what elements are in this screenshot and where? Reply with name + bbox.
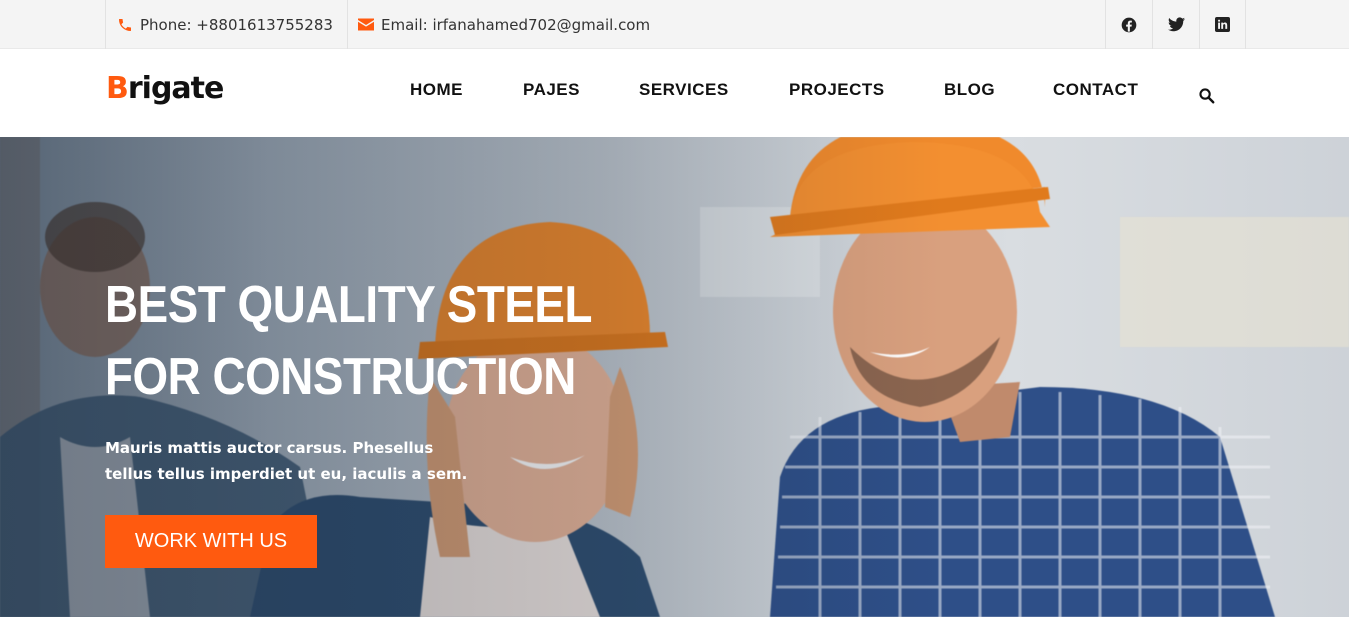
twitter-link[interactable] bbox=[1152, 0, 1199, 49]
nav-contact[interactable]: CONTACT bbox=[1053, 80, 1138, 100]
nav-services[interactable]: SERVICES bbox=[639, 80, 729, 100]
phone-label: Phone: +8801613755283 bbox=[140, 15, 333, 34]
linkedin-link[interactable] bbox=[1199, 0, 1246, 49]
envelope-icon bbox=[358, 18, 374, 31]
phone-icon bbox=[119, 18, 131, 31]
twitter-icon bbox=[1167, 17, 1185, 32]
top-bar: Phone: +8801613755283 Email: irfanahamed… bbox=[0, 0, 1349, 49]
contact-phone[interactable]: Phone: +8801613755283 bbox=[105, 0, 347, 49]
email-label: Email: irfanahamed702@gmail.com bbox=[381, 15, 651, 34]
site-logo[interactable]: Brigate bbox=[106, 71, 224, 106]
facebook-icon bbox=[1121, 17, 1137, 32]
logo-text: rigate bbox=[127, 71, 224, 106]
nav-blog[interactable]: BLOG bbox=[944, 80, 995, 100]
facebook-link[interactable] bbox=[1105, 0, 1152, 49]
search-icon[interactable] bbox=[1198, 87, 1215, 109]
nav-home[interactable]: HOME bbox=[410, 80, 463, 100]
work-with-us-button[interactable]: WORK WITH US bbox=[105, 515, 317, 568]
linkedin-icon bbox=[1215, 17, 1230, 32]
logo-initial: B bbox=[106, 71, 129, 106]
contact-email[interactable]: Email: irfanahamed702@gmail.com bbox=[347, 0, 707, 49]
hero-description: Mauris mattis auctor carsus. Phesellus t… bbox=[105, 439, 468, 483]
main-header: Brigate HOME PAJES SERVICES PROJECTS BLO… bbox=[0, 49, 1349, 137]
nav-projects[interactable]: PROJECTS bbox=[789, 80, 885, 100]
nav-pajes[interactable]: PAJES bbox=[523, 80, 580, 100]
hero-banner: BEST QUALITY STEEL FOR CONSTRUCTION Maur… bbox=[0, 137, 1349, 617]
hero-title: BEST QUALITY STEEL FOR CONSTRUCTION bbox=[105, 276, 592, 406]
